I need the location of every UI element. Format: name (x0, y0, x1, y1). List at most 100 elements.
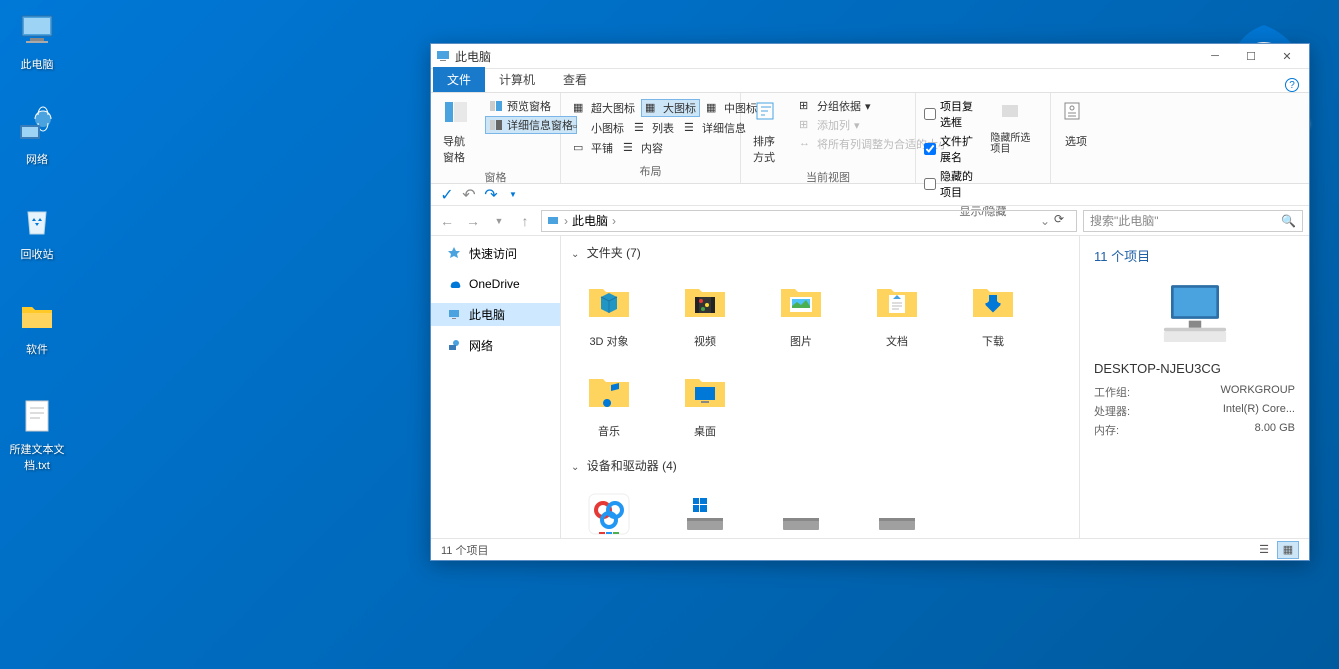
star-icon (447, 246, 463, 262)
breadcrumb[interactable]: › 此电脑 › ⌄ ⟳ (541, 210, 1077, 232)
details-icon (489, 118, 503, 132)
desktop-icon-this-pc[interactable]: 此电脑 (0, 10, 74, 72)
nav-quick-access[interactable]: 快速访问 (431, 242, 560, 265)
folder-item[interactable]: 3D 对象 (575, 273, 643, 349)
drive-item[interactable]: 软件 (D:) (767, 486, 835, 538)
drive-item[interactable]: 百度网盘 (575, 486, 643, 538)
chevron-down-icon: ⌄ (571, 462, 579, 473)
nav-network[interactable]: 网络 (431, 334, 560, 357)
window-title: 此电脑 (455, 48, 1197, 65)
file-extensions-toggle[interactable]: 文件扩展名 (924, 132, 980, 166)
item-label: 音乐 (598, 423, 620, 439)
details-header: 11 个项目 (1094, 246, 1295, 265)
item-label: 下载 (982, 333, 1004, 349)
item-label: 文档 (886, 333, 908, 349)
computer-icon (16, 10, 58, 52)
up-button[interactable]: ↑ (515, 211, 535, 231)
status-text: 11 个项目 (441, 542, 488, 558)
details-row: 处理器:Intel(R) Core... (1094, 403, 1295, 419)
view-tiles[interactable]: ▭平铺 (569, 139, 617, 157)
desktop-icon-software-folder[interactable]: 软件 (0, 295, 74, 357)
folder-icon (965, 273, 1021, 329)
item-checkboxes-toggle[interactable]: 项目复选框 (924, 97, 980, 131)
item-label: 3D 对象 (589, 333, 628, 349)
folder-item[interactable]: 音乐 (575, 363, 643, 439)
desktop-icon-label: 网络 (0, 151, 74, 167)
folder-icon (677, 273, 733, 329)
folder-item[interactable]: 视频 (671, 273, 739, 349)
sort-by-button[interactable]: 排序方式 (749, 97, 789, 167)
view-list[interactable]: ☰列表 (630, 119, 678, 137)
options-button[interactable]: 选项 (1059, 97, 1093, 151)
view-small-icons[interactable]: ▫小图标 (569, 119, 628, 137)
nav-onedrive[interactable]: OneDrive (431, 273, 560, 295)
details-row: 工作组:WORKGROUP (1094, 384, 1295, 400)
drive-item[interactable]: Win7 (E:) (863, 486, 931, 538)
nav-this-pc[interactable]: 此电脑 (431, 303, 560, 326)
drive-item[interactable]: Win10 (C:) (671, 486, 739, 538)
desktop-icon-text-file[interactable]: 所建文本文档.txt (0, 395, 74, 473)
forward-button[interactable]: → (463, 211, 483, 231)
folder-item[interactable]: 桌面 (671, 363, 739, 439)
undo-icon[interactable]: ↶ (461, 187, 477, 203)
ribbon-group-label: 窗格 (439, 167, 552, 185)
section-header-devices[interactable]: ⌄ 设备和驱动器 (4) (571, 453, 1069, 478)
search-input[interactable]: 搜索"此电脑" 🔍 (1083, 210, 1303, 232)
tab-view[interactable]: 查看 (549, 67, 601, 92)
section-header-folders[interactable]: ⌄ 文件夹 (7) (571, 240, 1069, 265)
desktop-icon-label: 回收站 (0, 246, 74, 262)
options-icon (1060, 99, 1092, 131)
computer-name: DESKTOP-NJEU3CG (1094, 361, 1295, 376)
item-label: 桌面 (694, 423, 716, 439)
icons-view-button[interactable]: ▦ (1277, 541, 1299, 559)
computer-icon (447, 307, 463, 323)
dropdown-icon[interactable]: ▼ (505, 187, 521, 203)
breadcrumb-item[interactable]: 此电脑 (572, 212, 608, 229)
properties-icon[interactable]: ✓ (439, 187, 455, 203)
computer-icon (546, 214, 560, 228)
maximize-button[interactable]: ☐ (1233, 45, 1269, 67)
item-label: 视频 (694, 333, 716, 349)
tab-file[interactable]: 文件 (433, 67, 485, 92)
view-content[interactable]: ☰内容 (619, 139, 667, 157)
help-icon[interactable]: ? (1285, 78, 1299, 92)
details-view-button[interactable]: ☰ (1253, 541, 1275, 559)
tab-computer[interactable]: 计算机 (485, 67, 549, 92)
network-icon (447, 338, 463, 354)
view-large-icons[interactable]: ▦大图标 (641, 99, 700, 117)
close-button[interactable]: ✕ (1269, 45, 1305, 67)
folder-item[interactable]: 文档 (863, 273, 931, 349)
hide-icon (998, 99, 1030, 131)
search-icon: 🔍 (1281, 214, 1296, 228)
view-details[interactable]: ☰详细信息 (680, 119, 750, 137)
folder-item[interactable]: 下载 (959, 273, 1027, 349)
nav-pane-button[interactable]: 导航窗格 (439, 97, 479, 167)
refresh-button[interactable]: ⟳ (1054, 212, 1072, 230)
ribbon-content: 导航窗格 预览窗格 详细信息窗格 窗格 ▦超大图标 ▦大图标 ▦中图标 ▫小图标 (431, 92, 1309, 184)
folder-item[interactable]: 图片 (767, 273, 835, 349)
search-placeholder: 搜索"此电脑" (1090, 212, 1159, 229)
minimize-button[interactable]: ─ (1197, 45, 1233, 67)
computer-icon (1155, 279, 1235, 349)
desktop-icon-network[interactable]: 网络 (0, 105, 74, 167)
cloud-icon (447, 276, 463, 292)
view-extra-large-icons[interactable]: ▦超大图标 (569, 99, 639, 117)
quick-access-toolbar: ✓ ↶ ↷ ▼ (431, 184, 1309, 206)
history-dropdown[interactable]: ▼ (489, 211, 509, 231)
item-label: 图片 (790, 333, 812, 349)
details-row: 内存:8.00 GB (1094, 422, 1295, 438)
folder-icon (773, 273, 829, 329)
desktop-icon-label: 此电脑 (0, 56, 74, 72)
back-button[interactable]: ← (437, 211, 457, 231)
address-bar: ← → ▼ ↑ › 此电脑 › ⌄ ⟳ 搜索"此电脑" 🔍 (431, 206, 1309, 236)
folder-icon (869, 273, 925, 329)
redo-icon[interactable]: ↷ (483, 187, 499, 203)
drive-icon (581, 486, 637, 538)
computer-icon (435, 48, 451, 64)
dropdown-icon[interactable]: ⌄ (1040, 214, 1050, 228)
drive-icon (677, 486, 733, 538)
ribbon-group-label: 当前视图 (749, 167, 907, 185)
folder-icon (581, 363, 637, 419)
desktop-icon-recycle-bin[interactable]: 回收站 (0, 200, 74, 262)
file-list-view: ⌄ 文件夹 (7) 3D 对象 视频 图片 文档 下载音乐 桌面 ⌄ 设备和驱动器 (4)… (561, 236, 1079, 538)
